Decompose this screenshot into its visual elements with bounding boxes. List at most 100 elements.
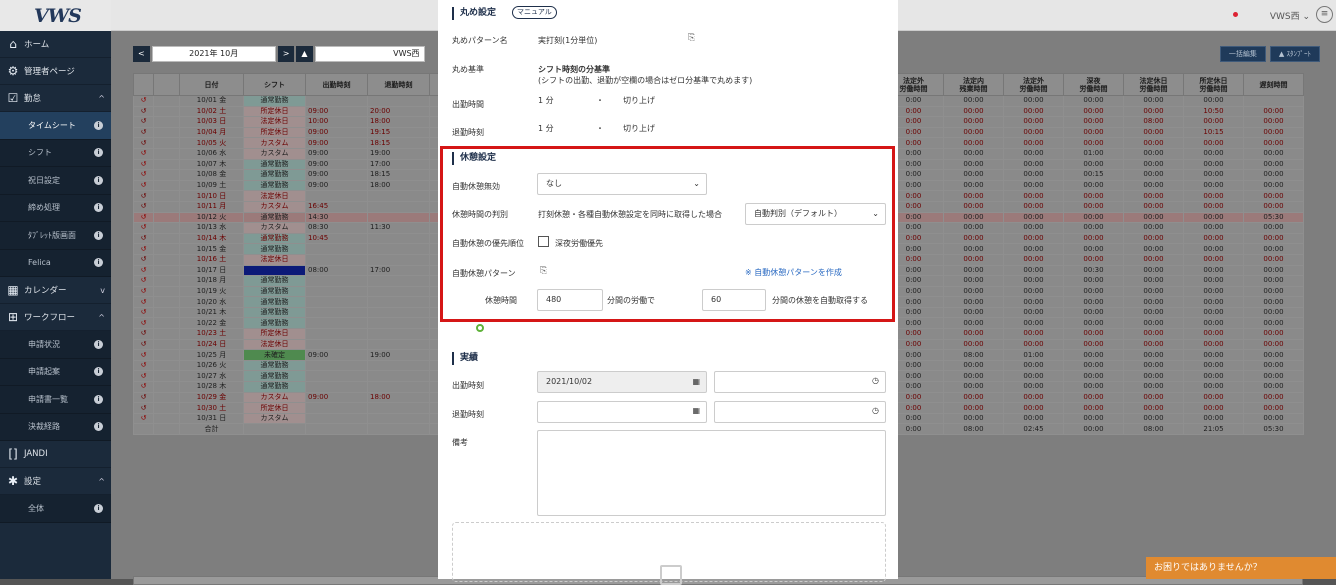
undo-icon[interactable]: ↺	[133, 116, 154, 128]
undo-icon[interactable]: ↺	[133, 95, 154, 107]
shift-cell[interactable]: 通常勤務	[243, 275, 306, 287]
undo-icon[interactable]: ↺	[133, 306, 154, 319]
info-icon[interactable]: i	[94, 230, 103, 240]
sidebar-item[interactable]: [] JANDI	[0, 441, 111, 468]
shift-cell[interactable]: 通常勤務	[243, 317, 306, 330]
sidebar-subitem[interactable]: 申請状況 i	[0, 331, 111, 359]
add-icon[interactable]	[476, 324, 484, 332]
undo-icon[interactable]: ↺	[133, 222, 154, 234]
sidebar-subitem[interactable]: 締め処理 i	[0, 194, 111, 222]
sidebar-subitem[interactable]: シフト i	[0, 139, 111, 167]
undo-icon[interactable]: ↺	[133, 412, 154, 425]
sidebar-subitem[interactable]: Felica i	[0, 249, 111, 277]
sidebar-subitem[interactable]: ﾀﾌﾞﾚｯﾄ版画面 i	[0, 222, 111, 250]
undo-icon[interactable]: ↺	[133, 232, 154, 245]
next-month-button[interactable]: >	[277, 46, 295, 62]
actual-out-date[interactable]: ▦	[537, 401, 707, 423]
shift-cell[interactable]: 所定休日	[243, 328, 306, 340]
shift-cell[interactable]: 通常勤務	[243, 158, 306, 171]
undo-icon[interactable]	[133, 423, 154, 435]
undo-icon[interactable]: ↺	[133, 391, 154, 404]
undo-icon[interactable]: ↺	[133, 105, 154, 118]
shift-cell[interactable]: 法定休日	[243, 338, 306, 351]
undo-icon[interactable]: ↺	[133, 402, 154, 414]
clock-icon[interactable]: ◷	[872, 406, 879, 415]
shift-cell[interactable]: 法定休日	[243, 116, 306, 128]
undo-icon[interactable]: ↺	[133, 349, 154, 361]
sidebar-item[interactable]: ▦ カレンダー v	[0, 277, 111, 304]
info-icon[interactable]: i	[94, 394, 103, 404]
actual-in-time[interactable]: ◷	[714, 371, 886, 393]
undo-icon[interactable]: ↺	[133, 190, 154, 202]
undo-icon[interactable]: ↺	[133, 137, 154, 149]
shift-cell[interactable]: 所定休日	[243, 402, 306, 414]
sidebar-item[interactable]: ⚙ 管理者ページ	[0, 58, 111, 85]
sidebar-subitem[interactable]: 祝日設定 i	[0, 167, 111, 195]
shift-cell[interactable]: 所定休日	[243, 126, 306, 139]
info-icon[interactable]: i	[94, 175, 103, 185]
undo-icon[interactable]: ↺	[133, 285, 154, 298]
shift-cell[interactable]: 通常勤務	[243, 211, 306, 224]
shift-cell[interactable]	[243, 264, 306, 277]
undo-icon[interactable]: ↺	[133, 211, 154, 224]
shift-cell[interactable]: 通常勤務	[243, 359, 306, 372]
undo-icon[interactable]: ↺	[133, 126, 154, 139]
undo-icon[interactable]: ↺	[133, 381, 154, 393]
shift-cell[interactable]: 通常勤務	[243, 296, 306, 308]
sidebar-subitem[interactable]: 決裁経路 i	[0, 413, 111, 441]
help-button[interactable]: お困りではありませんか？	[1146, 557, 1336, 579]
shift-cell[interactable]: 通常勤務	[243, 232, 306, 245]
note-textarea[interactable]	[537, 430, 886, 516]
shift-cell[interactable]: 通常勤務	[243, 285, 306, 298]
clock-icon[interactable]: ◷	[872, 376, 879, 385]
menu-icon[interactable]: ≡	[1316, 6, 1333, 23]
shift-cell[interactable]: カスタム	[243, 391, 306, 404]
shift-cell[interactable]	[243, 423, 306, 435]
shift-cell[interactable]: 所定休日	[243, 105, 306, 118]
undo-icon[interactable]: ↺	[133, 147, 154, 160]
info-icon[interactable]: i	[94, 503, 103, 513]
logo[interactable]: VWS	[0, 0, 111, 31]
info-icon[interactable]: i	[94, 148, 103, 158]
info-icon[interactable]: i	[94, 120, 103, 130]
export-button[interactable]: ▲ ｽﾀﾝﾌﾟｰﾄ	[1269, 46, 1320, 62]
user-select[interactable]: VWS西	[314, 46, 425, 62]
calendar-icon[interactable]: ▦	[692, 372, 700, 392]
undo-icon[interactable]: ↺	[133, 158, 154, 171]
shift-cell[interactable]: 通常勤務	[243, 370, 306, 383]
shift-cell[interactable]: 法定休日	[243, 253, 306, 266]
info-icon[interactable]: i	[94, 367, 103, 377]
undo-icon[interactable]: ↺	[133, 317, 154, 330]
sidebar-subitem[interactable]: 申請書一覧 i	[0, 386, 111, 414]
sidebar-item[interactable]: ⌂ ホーム	[0, 31, 111, 58]
info-icon[interactable]: i	[94, 203, 103, 213]
shift-cell[interactable]: 未確定	[243, 349, 306, 361]
shift-cell[interactable]: カスタム	[243, 147, 306, 160]
shift-cell[interactable]: 法定休日	[243, 190, 306, 202]
shift-cell[interactable]: 通常勤務	[243, 306, 306, 319]
undo-icon[interactable]: ↺	[133, 338, 154, 351]
actual-out-time[interactable]: ◷	[714, 401, 886, 423]
shift-cell[interactable]: カスタム	[243, 137, 306, 149]
sidebar-subitem[interactable]: 全体 i	[0, 495, 111, 523]
shift-cell[interactable]: カスタム	[243, 412, 306, 425]
shift-cell[interactable]: 通常勤務	[243, 381, 306, 393]
prev-month-button[interactable]: <	[133, 46, 150, 62]
user-menu[interactable]: VWS西 ⌄	[1270, 9, 1310, 22]
sidebar-item[interactable]: ⊞ ワークフロー ^	[0, 304, 111, 331]
info-icon[interactable]: i	[94, 339, 103, 349]
copy-icon[interactable]: ⎘	[688, 33, 695, 43]
shift-cell[interactable]: 通常勤務	[243, 95, 306, 107]
undo-icon[interactable]: ↺	[133, 370, 154, 383]
undo-icon[interactable]: ↺	[133, 328, 154, 340]
undo-icon[interactable]: ↺	[133, 253, 154, 266]
shift-cell[interactable]: カスタム	[243, 200, 306, 213]
calendar-icon[interactable]: ▦	[692, 406, 700, 415]
undo-icon[interactable]: ↺	[133, 169, 154, 181]
actual-in-date[interactable]: 2021/10/02 ▦	[537, 371, 707, 393]
undo-icon[interactable]: ↺	[133, 275, 154, 287]
shift-cell[interactable]: 通常勤務	[243, 179, 306, 192]
undo-icon[interactable]: ↺	[133, 243, 154, 255]
undo-icon[interactable]: ↺	[133, 179, 154, 192]
undo-icon[interactable]: ↺	[133, 359, 154, 372]
